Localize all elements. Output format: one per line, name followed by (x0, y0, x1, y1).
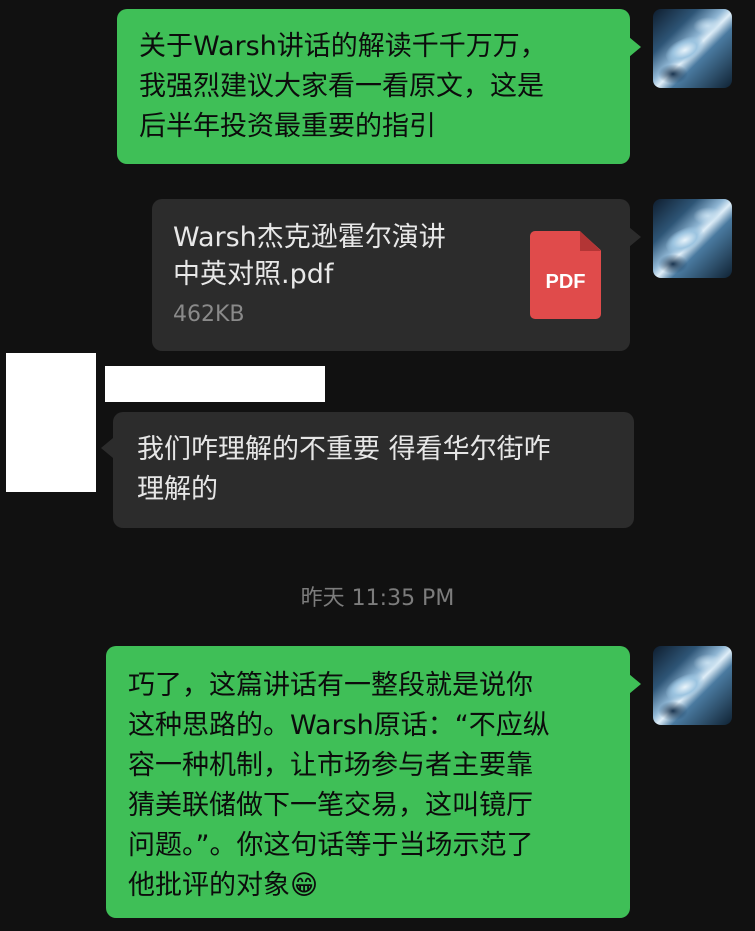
outgoing-message-bubble[interactable]: 巧了，这篇讲话有一整段就是说你 这种思路的。Warsh原话：“不应纵 容一种机制… (106, 646, 630, 918)
file-message-bubble[interactable]: Warsh杰克逊霍尔演讲 中英对照.pdf 462KB PDF (152, 199, 630, 351)
file-size: 462KB (173, 302, 245, 327)
pdf-fold-corner (580, 231, 601, 251)
bubble-tail (629, 37, 641, 57)
my-avatar[interactable] (653, 199, 732, 278)
timestamp-divider: 昨天 11:35 PM (300, 586, 455, 611)
my-avatar[interactable] (653, 646, 732, 725)
bubble-tail (101, 438, 113, 458)
incoming-message-bubble[interactable]: 我们咋理解的不重要 得看华尔街咋 理解的 (113, 412, 634, 528)
message-text: 我们咋理解的不重要 得看华尔街咋 理解的 (137, 434, 551, 505)
pdf-icon-label: PDF (545, 271, 586, 293)
bubble-tail (629, 227, 641, 247)
bubble-tail (629, 674, 641, 694)
chat-view: 关于Warsh讲话的解读千千万万， 我强烈建议大家看一看原文，这是 后半年投资最… (0, 0, 755, 931)
my-avatar[interactable] (653, 9, 732, 88)
outgoing-message-bubble[interactable]: 关于Warsh讲话的解读千千万万， 我强烈建议大家看一看原文，这是 后半年投资最… (117, 9, 630, 164)
redacted-sender-name (105, 366, 325, 402)
redacted-avatar (6, 353, 96, 492)
file-name: Warsh杰克逊霍尔演讲 中英对照.pdf (173, 222, 446, 290)
message-text: 巧了，这篇讲话有一整段就是说你 这种思路的。Warsh原话：“不应纵 容一种机制… (128, 670, 550, 901)
message-text: 关于Warsh讲话的解读千千万万， 我强烈建议大家看一看原文，这是 后半年投资最… (139, 31, 547, 142)
